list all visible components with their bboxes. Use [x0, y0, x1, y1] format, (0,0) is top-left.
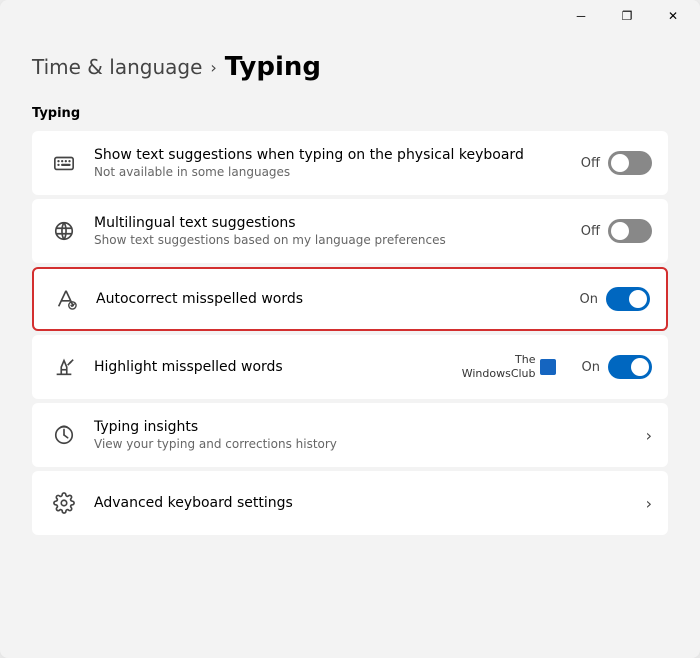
setting-row-multilingual: Multilingual text suggestions Show text … [32, 199, 668, 263]
setting-desc: Show text suggestions based on my langua… [94, 233, 567, 247]
typing-insights-icon [48, 419, 80, 451]
toggle-label-on: On [580, 292, 598, 307]
setting-name: Typing insights [94, 419, 632, 435]
setting-row-text-suggestions: Show text suggestions when typing on the… [32, 131, 668, 195]
settings-window: ─ ❐ ✕ Time & language › Typing Typing [0, 0, 700, 658]
toggle-text-suggestions[interactable] [608, 151, 652, 175]
highlight-icon [48, 351, 80, 383]
setting-text-autocorrect: Autocorrect misspelled words [96, 291, 566, 307]
setting-desc: Not available in some languages [94, 165, 567, 179]
toggle-knob [611, 222, 629, 240]
toggle-knob [611, 154, 629, 172]
toggle-autocorrect[interactable] [606, 287, 650, 311]
setting-control-highlight-misspelled: On [582, 355, 652, 379]
setting-control-text-suggestions: Off [581, 151, 652, 175]
toggle-label-on: On [582, 360, 600, 375]
breadcrumb-chevron-icon: › [210, 58, 216, 77]
nav-arrow-icon: › [646, 494, 652, 513]
setting-name: Advanced keyboard settings [94, 495, 632, 511]
watermark-text: The WindowsClub [462, 353, 536, 382]
setting-row-highlight-misspelled: Highlight misspelled words The WindowsCl… [32, 335, 668, 399]
setting-control-autocorrect: On [580, 287, 650, 311]
breadcrumb: Time & language › Typing [32, 52, 668, 82]
minimize-button[interactable]: ─ [558, 0, 604, 32]
toggle-multilingual[interactable] [608, 219, 652, 243]
section-label: Typing [32, 106, 668, 121]
toggle-track [608, 151, 652, 175]
close-button[interactable]: ✕ [650, 0, 696, 32]
setting-row-autocorrect: Autocorrect misspelled words On [32, 267, 668, 331]
toggle-label-off: Off [581, 156, 600, 171]
setting-text-text-suggestions: Show text suggestions when typing on the… [94, 147, 567, 179]
title-bar: ─ ❐ ✕ [0, 0, 700, 32]
toggle-knob [631, 358, 649, 376]
setting-text-advanced-keyboard: Advanced keyboard settings [94, 495, 632, 511]
keyboard-icon [48, 147, 80, 179]
toggle-label-off: Off [581, 224, 600, 239]
setting-name: Highlight misspelled words [94, 359, 448, 375]
toggle-track [606, 287, 650, 311]
toggle-track [608, 219, 652, 243]
watermark-square [540, 359, 556, 375]
setting-text-highlight-misspelled: Highlight misspelled words [94, 359, 448, 375]
gear-icon [48, 487, 80, 519]
watermark-line2: WindowsClub [462, 367, 536, 381]
setting-desc: View your typing and corrections history [94, 437, 632, 451]
page-title: Typing [225, 52, 321, 82]
setting-text-multilingual: Multilingual text suggestions Show text … [94, 215, 567, 247]
setting-control-multilingual: Off [581, 219, 652, 243]
settings-list: Show text suggestions when typing on the… [32, 131, 668, 535]
watermark-line1: The [515, 353, 535, 367]
setting-row-typing-insights[interactable]: Typing insights View your typing and cor… [32, 403, 668, 467]
autocorrect-icon [50, 283, 82, 315]
setting-name: Multilingual text suggestions [94, 215, 567, 231]
breadcrumb-parent[interactable]: Time & language [32, 55, 202, 79]
setting-text-typing-insights: Typing insights View your typing and cor… [94, 419, 632, 451]
maximize-button[interactable]: ❐ [604, 0, 650, 32]
nav-arrow-icon: › [646, 426, 652, 445]
setting-row-advanced-keyboard[interactable]: Advanced keyboard settings › [32, 471, 668, 535]
setting-name: Autocorrect misspelled words [96, 291, 566, 307]
multilingual-icon [48, 215, 80, 247]
toggle-knob [629, 290, 647, 308]
toggle-highlight-misspelled[interactable] [608, 355, 652, 379]
watermark-badge: The WindowsClub [462, 353, 556, 382]
setting-name: Show text suggestions when typing on the… [94, 147, 567, 163]
toggle-track [608, 355, 652, 379]
content-area: Time & language › Typing Typing [0, 32, 700, 658]
